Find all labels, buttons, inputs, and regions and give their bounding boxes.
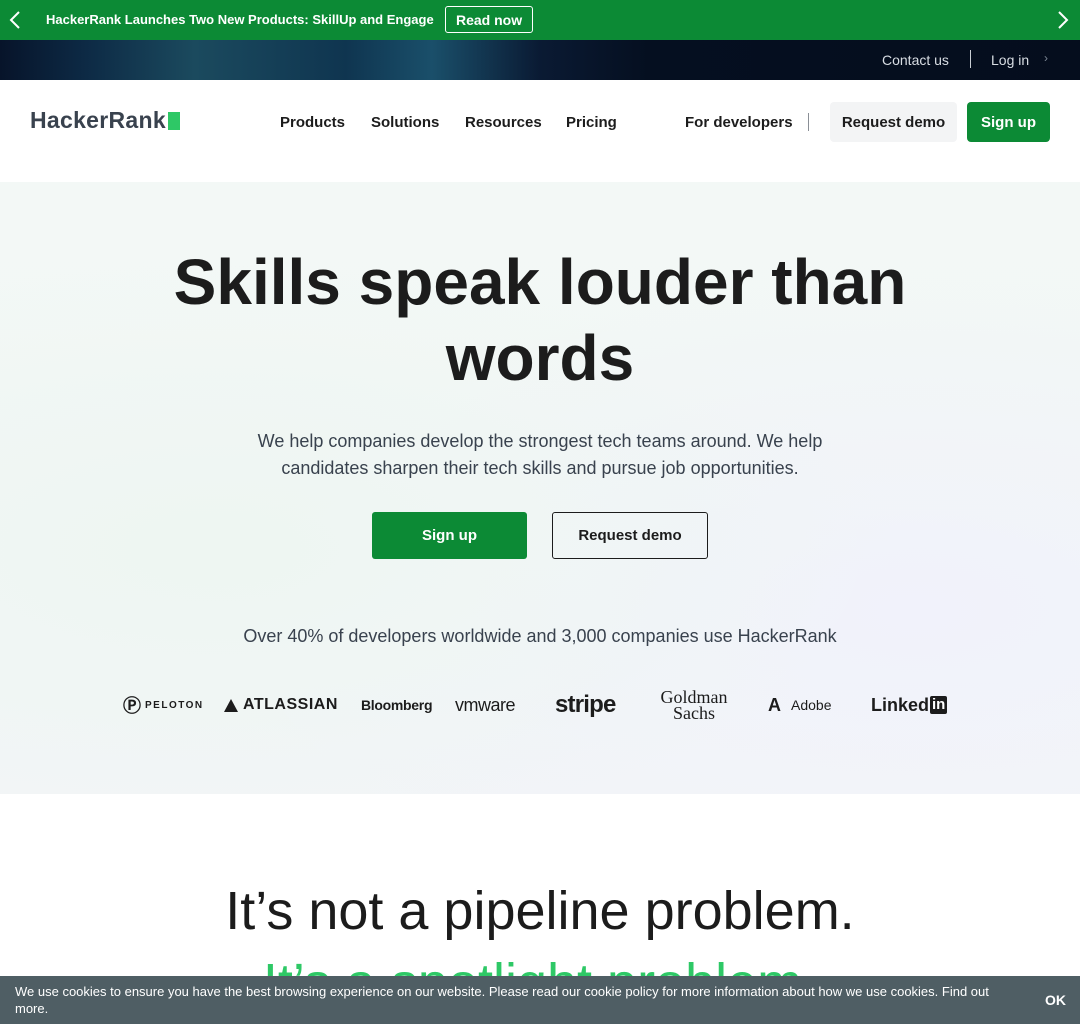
nav-item-resources[interactable]: Resources	[465, 114, 542, 131]
main-nav: HackerRank Products Solutions Resources …	[0, 80, 1080, 182]
contact-us-link[interactable]: Contact us	[882, 52, 949, 68]
trust-statement: Over 40% of developers worldwide and 3,0…	[243, 626, 837, 646]
peloton-icon: Ⓟ	[123, 696, 141, 716]
cookie-text: We use cookies to ensure you have the be…	[15, 984, 989, 1016]
hero-signup-button[interactable]: Sign up	[372, 512, 527, 559]
atlassian-logo: ATLASSIAN	[224, 682, 338, 728]
nav-item-products[interactable]: Products	[280, 114, 345, 131]
vmware-logo: vmware	[455, 694, 516, 715]
peloton-wordmark: PELOTON	[145, 699, 204, 711]
chevron-right-icon: ›	[1044, 51, 1048, 65]
peloton-logo: Ⓟ PELOTON	[123, 682, 204, 728]
bloomberg-logo: Bloomberg	[361, 697, 433, 713]
read-now-button[interactable]: Read now	[445, 6, 534, 33]
customer-logos: Ⓟ PELOTON ATLASSIAN Bloomberg vmware str…	[0, 682, 1080, 728]
atlassian-wordmark: ATLASSIAN	[243, 696, 338, 713]
linkedin-in-icon: in	[930, 696, 948, 714]
section-title: It’s not a pipeline problem.	[225, 881, 855, 941]
hero-request-demo-button[interactable]: Request demo	[552, 512, 708, 559]
atlassian-icon	[224, 698, 238, 712]
utility-bar: Contact us Log in ›	[0, 40, 1080, 80]
hero-title: Skills speak louder than words	[173, 246, 907, 394]
announcement-text: HackerRank Launches Two New Products: Sk…	[46, 12, 434, 27]
linkedin-wordmark: Linked	[871, 694, 930, 715]
linkedin-logo: Linked in	[871, 682, 948, 728]
chevron-left-icon[interactable]	[4, 9, 26, 31]
adobe-wordmark: Adobe	[791, 697, 832, 713]
hero-section: Skills speak louder than words We help c…	[0, 182, 1080, 794]
adobe-logo: A Adobe	[768, 682, 831, 728]
hackerrank-logo[interactable]: HackerRank	[30, 107, 180, 134]
cookie-banner: We use cookies to ensure you have the be…	[0, 976, 1080, 1024]
cookie-ok-button[interactable]: OK	[1045, 992, 1066, 1008]
chevron-right-icon[interactable]	[1052, 9, 1074, 31]
hero-subtitle: We help companies develop the strongest …	[257, 431, 823, 478]
request-demo-button[interactable]: Request demo	[830, 102, 957, 142]
utility-divider	[970, 50, 971, 68]
nav-item-solutions[interactable]: Solutions	[371, 114, 439, 131]
logo-text: HackerRank	[30, 107, 166, 133]
logo-block-icon	[167, 112, 180, 130]
nav-item-pricing[interactable]: Pricing	[566, 114, 617, 131]
signup-button[interactable]: Sign up	[967, 102, 1050, 142]
login-link[interactable]: Log in	[991, 52, 1029, 68]
nav-item-for-developers[interactable]: For developers	[685, 114, 793, 131]
announcement-bar: HackerRank Launches Two New Products: Sk…	[0, 0, 1080, 40]
nav-divider	[808, 113, 809, 131]
stripe-logo: stripe	[555, 691, 616, 718]
adobe-icon: A	[768, 694, 781, 715]
goldman-sachs-logo: Goldman Sachs	[660, 687, 728, 723]
